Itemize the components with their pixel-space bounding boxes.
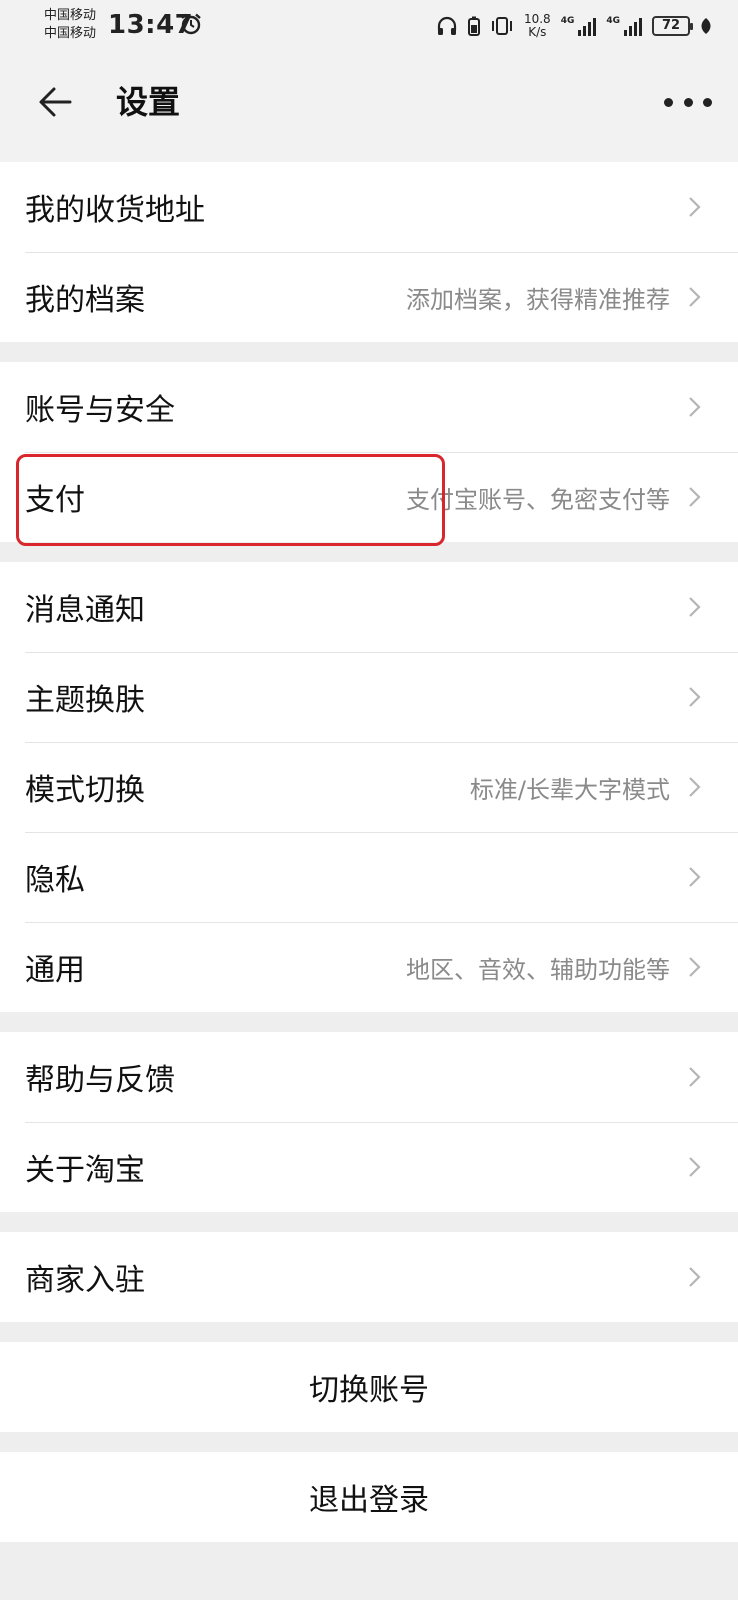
settings-row-label: 模式切换 [25,773,145,808]
carrier-2: 中国移动 [44,26,97,41]
settings-row[interactable]: 支付 支付宝账号、免密支付等 [0,452,738,542]
settings-row-label: 主题换肤 [25,683,145,718]
carrier-1: 中国移动 [44,8,97,23]
settings-row-subtitle: 标准/长辈大字模式 [469,775,670,804]
status-bar: 中国移动 中国移动 13:47 10.8 K/s 4G 4G 72 [0,0,738,52]
settings-row-subtitle: 支付宝账号、免密支付等 [406,485,670,514]
chevron-right-icon [688,1266,702,1288]
settings-row[interactable]: 模式切换 标准/长辈大字模式 [0,742,738,832]
logout-button[interactable]: 退出登录 [0,1452,738,1542]
chevron-right-icon [688,1066,702,1088]
settings-row[interactable]: 通用 地区、音效、辅助功能等 [0,922,738,1012]
settings-row[interactable]: 帮助与反馈 [0,1032,738,1122]
settings-row[interactable]: 隐私 [0,832,738,922]
settings-row-label: 帮助与反馈 [25,1063,175,1098]
settings-row-label: 通用 [25,953,85,988]
settings-group: 我的收货地址 我的档案 添加档案，获得精准推荐 [0,162,738,342]
settings-row[interactable]: 我的收货地址 [0,162,738,252]
group-gap [0,542,738,562]
chevron-right-icon [688,486,702,508]
chevron-right-icon [688,776,702,798]
settings-row-label: 隐私 [25,863,85,898]
settings-row[interactable]: 消息通知 [0,562,738,652]
settings-row-subtitle: 添加档案，获得精准推荐 [406,285,670,314]
chevron-right-icon [688,396,702,418]
status-icons: 10.8 K/s 4G 4G 72 [436,9,712,43]
net-speed-unit: K/s [528,25,547,39]
lte-label-1: 4G [560,16,575,26]
group-gap [0,1212,738,1232]
leaf-icon [701,18,711,34]
settings-row[interactable]: 账号与安全 [0,362,738,452]
settings-row[interactable]: 关于淘宝 [0,1122,738,1212]
settings-row-label: 商家入驻 [25,1263,145,1298]
switch-account-button[interactable]: 切换账号 [0,1342,738,1432]
signal-1-icon: 4G [561,16,597,36]
more-options-icon[interactable] [664,88,712,116]
chevron-right-icon [688,196,702,218]
chevron-right-icon [688,596,702,618]
alarm-icon [181,13,201,35]
battery-icon: 72 [652,16,693,36]
page-title: 设置 [116,83,181,121]
group-gap [0,1012,738,1032]
chevron-right-icon [688,866,702,888]
chevron-right-icon [688,1156,702,1178]
page-header: 设置 [0,52,738,162]
group-gap [0,342,738,362]
settings-row[interactable]: 主题换肤 [0,652,738,742]
settings-list: 我的收货地址 我的档案 添加档案，获得精准推荐账号与安全支付 支付宝账号、免密支付等消… [0,162,738,1322]
settings-row-label: 支付 [25,483,85,518]
signal-2-icon: 4G [606,16,642,36]
settings-row-label: 关于淘宝 [25,1153,145,1188]
chevron-right-icon [688,686,702,708]
chevron-right-icon [688,286,702,308]
settings-row-label: 我的档案 [25,283,145,318]
settings-group: 账号与安全支付 支付宝账号、免密支付等 [0,362,738,542]
settings-row-label: 我的收货地址 [25,193,205,228]
settings-row-label: 账号与安全 [25,393,175,428]
headphones-icon [437,16,457,35]
lte-label-2: 4G [606,16,620,26]
settings-group: 商家入驻 [0,1232,738,1322]
net-speed: 10.8 K/s [524,13,551,39]
settings-group: 帮助与反馈 关于淘宝 [0,1032,738,1212]
settings-row[interactable]: 商家入驻 [0,1232,738,1322]
settings-row[interactable]: 我的档案 添加档案，获得精准推荐 [0,252,738,342]
back-arrow-icon[interactable] [34,80,78,124]
settings-row-subtitle: 地区、音效、辅助功能等 [406,955,670,984]
chevron-right-icon [688,956,702,978]
settings-group: 消息通知主题换肤模式切换 标准/长辈大字模式隐私通用 地区、音效、辅助功能等 [0,562,738,1012]
settings-row-label: 消息通知 [25,593,145,628]
vibrate-icon [491,17,512,35]
earphone-battery-icon [467,16,480,36]
carrier-info: 中国移动 中国移动 [44,7,96,43]
